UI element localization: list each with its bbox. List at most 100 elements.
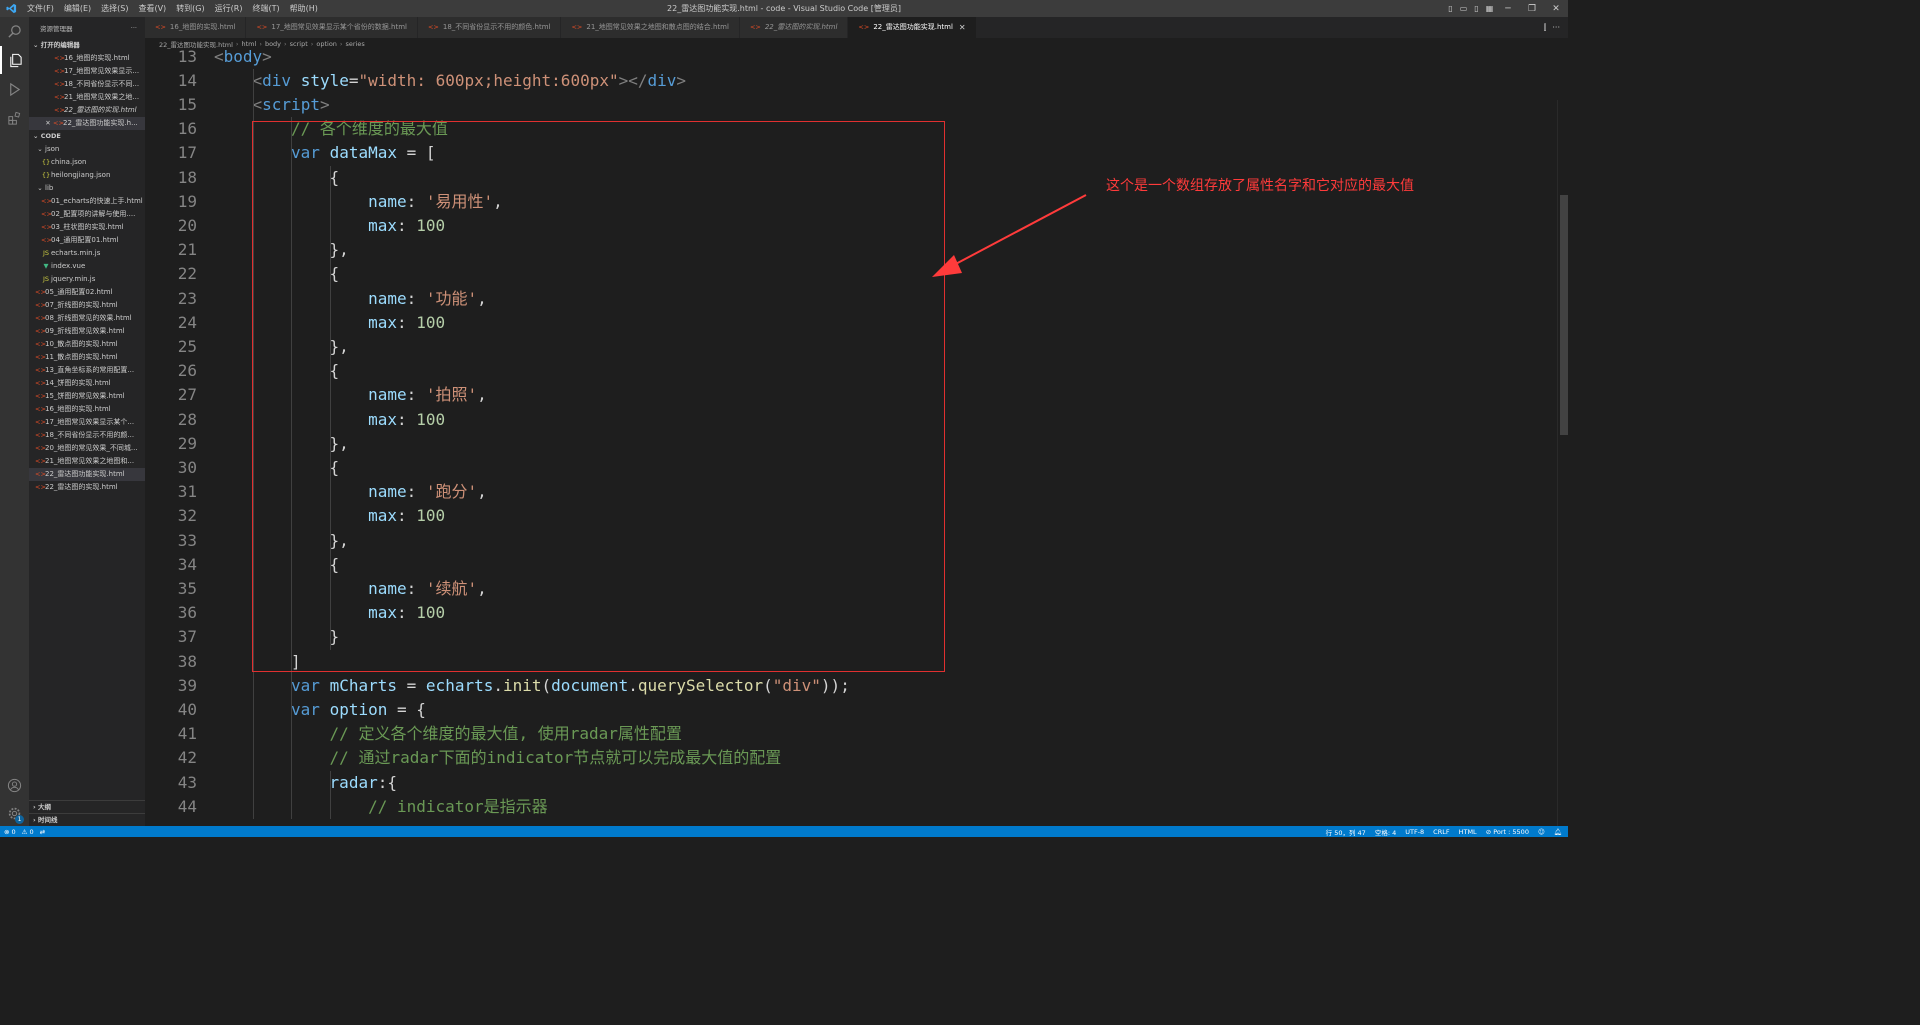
- code-line: max: 100: [368, 215, 446, 235]
- close-editor-icon[interactable]: ✕: [43, 117, 53, 130]
- extensions-icon[interactable]: [0, 104, 29, 132]
- tree-file[interactable]: <>05_通用配置02.html: [29, 286, 145, 299]
- folder-section[interactable]: ⌄ CODE: [29, 130, 145, 143]
- menu-item-1[interactable]: 编辑(E): [59, 0, 96, 17]
- tree-file[interactable]: <>17_地图常见效果显示某个...: [29, 416, 145, 429]
- tree-file[interactable]: JS echarts.min.js: [29, 247, 145, 260]
- tree-file[interactable]: <>10_散点图的实现.html: [29, 338, 145, 351]
- feedback-icon[interactable]: ☺: [1538, 828, 1545, 836]
- tree-file[interactable]: <>04_通用配置01.html: [29, 234, 145, 247]
- maximize-button[interactable]: ❐: [1520, 4, 1544, 14]
- open-editors-section[interactable]: ⌄ 打开的编辑器: [29, 39, 145, 52]
- breadcrumb-item[interactable]: body: [265, 40, 281, 48]
- tree-file[interactable]: <>02_配置项的讲解与使用....: [29, 208, 145, 221]
- cursor-position[interactable]: 行 50，列 47: [1326, 827, 1366, 837]
- open-editor-item[interactable]: <>22_雷达图的实现.html: [29, 104, 145, 117]
- menu-item-4[interactable]: 转到(G): [171, 0, 209, 17]
- tree-file[interactable]: {}china.json: [29, 156, 145, 169]
- tree-item-label: 16_地图的实现.html: [45, 405, 111, 413]
- breadcrumb-item[interactable]: 22_雷达图功能实现.html: [159, 39, 233, 49]
- open-editor-item[interactable]: <>16_地图的实现.html: [29, 52, 145, 65]
- tree-item-label: 03_柱状图的实现.html: [51, 223, 124, 231]
- editor-tab[interactable]: <> 16_地图的实现.html: [145, 17, 247, 38]
- account-icon[interactable]: [0, 771, 29, 799]
- editor-tab[interactable]: <> 22_雷达图功能实现.html ✕: [848, 17, 977, 38]
- scrollbar-thumb[interactable]: [1560, 195, 1568, 435]
- code-line: var dataMax = [: [291, 143, 436, 163]
- html-file-icon: <>: [35, 379, 46, 387]
- breadcrumb-item[interactable]: option: [316, 40, 337, 48]
- open-editor-item[interactable]: <>17_地图常见效果显示...: [29, 65, 145, 78]
- tree-file[interactable]: ▼ index.vue: [29, 260, 145, 273]
- menu-item-7[interactable]: 帮助(H): [285, 0, 323, 17]
- tree-file[interactable]: <>22_雷达图功能实现.html: [29, 468, 145, 481]
- menu-item-6[interactable]: 终端(T): [247, 0, 284, 17]
- indent-guide: [252, 68, 254, 819]
- editor-scrollbar[interactable]: [1560, 100, 1568, 826]
- close-tab-icon[interactable]: ✕: [959, 17, 966, 38]
- breadcrumb-item[interactable]: html: [242, 40, 257, 48]
- breadcrumb-item[interactable]: series: [346, 40, 365, 48]
- breadcrumb-item[interactable]: script: [290, 40, 308, 48]
- tree-file[interactable]: <>16_地图的实现.html: [29, 403, 145, 416]
- open-editor-item[interactable]: <>21_地图常见效果之地...: [29, 91, 145, 104]
- tree-file[interactable]: <>09_折线图常见效果.html: [29, 325, 145, 338]
- live-server-port[interactable]: ⊘ Port : 5500: [1486, 828, 1529, 836]
- notifications-bell-icon[interactable]: 🔔︎: [1554, 828, 1562, 836]
- menu-item-2[interactable]: 选择(S): [96, 0, 133, 17]
- menu-item-3[interactable]: 查看(V): [133, 0, 171, 17]
- tree-file[interactable]: <>21_地图常见效果之地图和...: [29, 455, 145, 468]
- tree-file[interactable]: <>03_柱状图的实现.html: [29, 221, 145, 234]
- warnings-count[interactable]: ⚠ 0: [22, 828, 34, 836]
- close-window-button[interactable]: ✕: [1544, 4, 1568, 14]
- tree-file[interactable]: <>22_雷达图的实现.html: [29, 481, 145, 494]
- tree-item-label: 05_通用配置02.html: [45, 288, 113, 296]
- search-icon[interactable]: [0, 17, 29, 45]
- tree-file[interactable]: {}heilongjiang.json: [29, 169, 145, 182]
- tree-item-label: 13_直角坐标系的常用配置...: [45, 366, 135, 374]
- timeline-section[interactable]: › 时间线: [29, 813, 145, 826]
- line-endings[interactable]: CRLF: [1433, 828, 1449, 836]
- open-editor-item[interactable]: <>18_不同省份显示不同...: [29, 78, 145, 91]
- live-share-icon[interactable]: ⇄: [40, 828, 45, 836]
- editor-tab[interactable]: <> 21_地图常见效果之地图和散点图的结合.html: [561, 17, 740, 38]
- layout-sidebar-icon[interactable]: ▯: [1444, 4, 1457, 13]
- errors-count[interactable]: ⊗ 0: [4, 828, 16, 836]
- minimize-button[interactable]: ─: [1496, 4, 1520, 14]
- layout-secondary-icon[interactable]: ▯: [1470, 4, 1483, 13]
- tree-file[interactable]: <>01_echarts的快速上手.html: [29, 195, 145, 208]
- tree-file[interactable]: <>13_直角坐标系的常用配置...: [29, 364, 145, 377]
- editor-tab[interactable]: <> 22_雷达图的实现.html: [739, 17, 849, 38]
- tree-file[interactable]: <>15_饼图的常见效果.html: [29, 390, 145, 403]
- outline-section[interactable]: › 大纲: [29, 800, 145, 813]
- explorer-icon[interactable]: [0, 46, 29, 74]
- menu-item-5[interactable]: 运行(R): [210, 0, 248, 17]
- tree-item-label: json: [45, 145, 60, 153]
- menu-item-0[interactable]: 文件(F): [22, 0, 59, 17]
- editor-tab[interactable]: <> 18_不同省份显示不用的颜色.html: [417, 17, 562, 38]
- tree-file[interactable]: <>07_折线图的实现.html: [29, 299, 145, 312]
- tree-file[interactable]: <>20_地图的常见效果_不同城...: [29, 442, 145, 455]
- tree-file[interactable]: <>11_散点图的实现.html: [29, 351, 145, 364]
- open-editor-item[interactable]: ✕ <>22_雷达图功能实现.h...: [29, 117, 145, 130]
- run-debug-icon[interactable]: [0, 75, 29, 103]
- more-actions-icon[interactable]: ···: [131, 24, 137, 32]
- code-editor[interactable]: 13 <body> 14 <div style="width: 600px;heigh…: [145, 50, 1568, 826]
- split-editor-icon[interactable]: ⫿: [1544, 23, 1547, 33]
- tree-file[interactable]: JS jquery.min.js: [29, 273, 145, 286]
- tree-folder[interactable]: ⌄ json: [29, 143, 145, 156]
- tree-file[interactable]: <>18_不同省份显示不用的颜...: [29, 429, 145, 442]
- open-editor-label: 22_雷达图的实现.html: [64, 106, 137, 114]
- settings-gear-icon[interactable]: 1: [0, 799, 29, 827]
- editor-tab[interactable]: <> 17_地图常见效果显示某个省份的数据.html: [246, 17, 418, 38]
- html-file-icon: <>: [54, 93, 65, 101]
- indentation[interactable]: 空格: 4: [1375, 827, 1396, 837]
- tree-folder[interactable]: ⌄ lib: [29, 182, 145, 195]
- tree-file[interactable]: <>14_饼图的实现.html: [29, 377, 145, 390]
- layout-panel-icon[interactable]: ▭: [1457, 4, 1470, 13]
- encoding[interactable]: UTF-8: [1405, 828, 1424, 836]
- language-mode[interactable]: HTML: [1459, 828, 1477, 836]
- tree-file[interactable]: <>08_折线图常见的效果.html: [29, 312, 145, 325]
- layout-customize-icon[interactable]: ▦: [1483, 4, 1496, 13]
- more-editor-actions-icon[interactable]: ···: [1552, 23, 1560, 32]
